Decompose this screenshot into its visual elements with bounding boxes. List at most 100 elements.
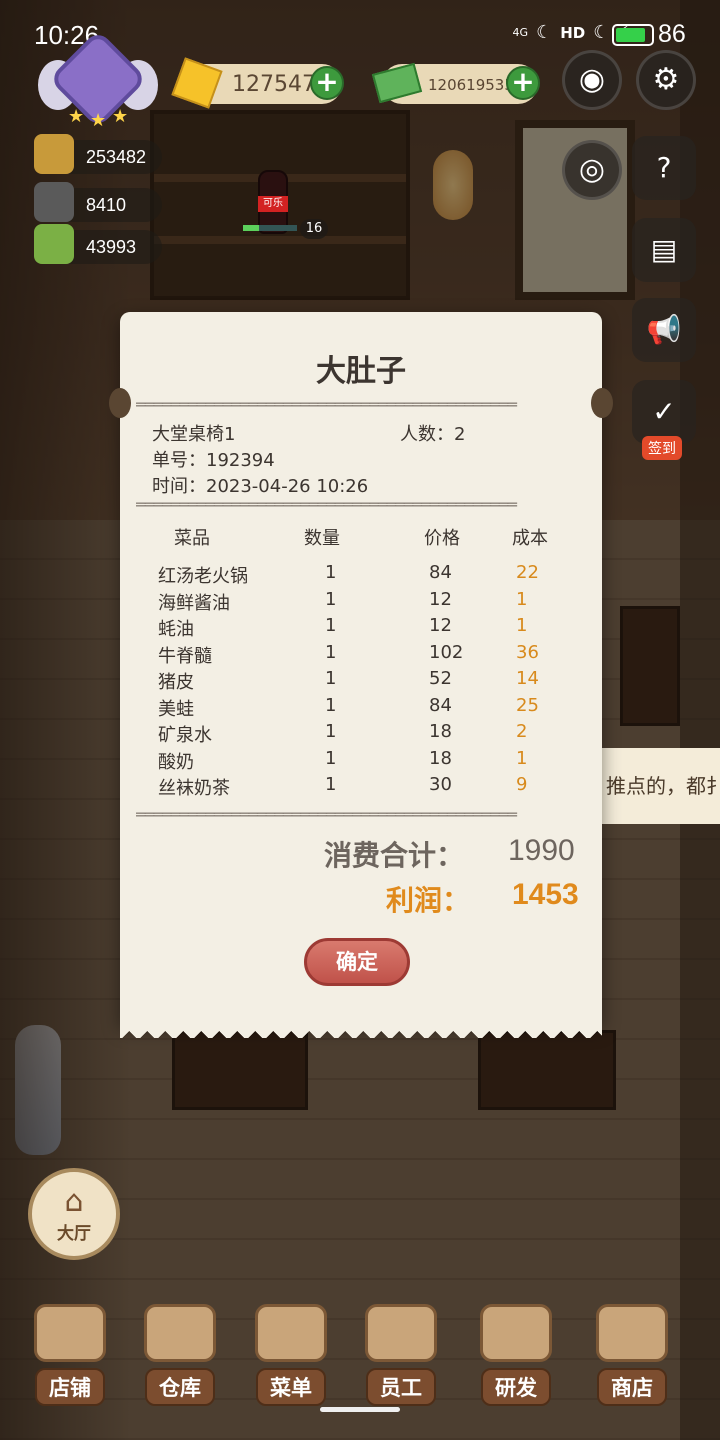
dish-qty: 1 <box>325 588 337 610</box>
nav-menu[interactable]: 菜单 <box>243 1300 339 1410</box>
guest-count: 人数：2 <box>400 420 465 446</box>
sign-in-button[interactable]: ✓ <box>632 380 696 444</box>
dish-price: 12 <box>429 588 452 610</box>
resource-value: 253482 <box>86 147 147 167</box>
divider: ════════════════════════════════════════… <box>136 398 517 412</box>
nav-store[interactable]: 商店 <box>584 1300 680 1410</box>
nav-warehouse[interactable]: 仓库 <box>132 1300 228 1410</box>
order-row: 丝袜奶茶 1 30 9 <box>120 774 602 801</box>
settings-button[interactable]: ⚙ <box>636 50 696 110</box>
column-header-price: 价格 <box>424 528 460 549</box>
cash-counter: 1206195358 + <box>371 62 540 104</box>
nav-research[interactable]: 研发 <box>468 1300 564 1410</box>
total-amount: 1990 <box>508 834 575 867</box>
hall-button[interactable]: ⌂ 大厅 <box>28 1168 120 1260</box>
view-button[interactable]: ◎ <box>562 140 622 200</box>
add-cash-button[interactable]: + <box>506 66 540 100</box>
nav-label: 员工 <box>366 1368 436 1406</box>
order-row: 海鲜酱油 1 12 1 <box>120 589 602 616</box>
camera-button[interactable]: ◉ <box>562 50 622 110</box>
dish-name: 牛脊髓 <box>158 645 212 667</box>
gem-amount: 127547 <box>232 72 316 97</box>
battery-icon <box>612 24 654 46</box>
dish-price: 84 <box>429 694 452 716</box>
network-icon: 4G <box>512 26 529 39</box>
divider: ════════════════════════════════════════… <box>136 498 517 512</box>
confirm-button[interactable]: 确定 <box>304 938 410 986</box>
moon-icon: ☾ <box>593 22 610 43</box>
add-gems-button[interactable]: + <box>310 66 344 100</box>
order-items: 红汤老火锅 1 84 22 海鲜酱油 1 12 1 蚝油 1 12 1 牛脊髓 1 102 36 猪皮 1… <box>120 562 602 801</box>
home-indicator[interactable] <box>320 1407 400 1412</box>
dish-name: 猪皮 <box>158 672 194 693</box>
hall-label: 大厅 <box>57 1224 91 1244</box>
staff-chef-icon <box>365 1304 437 1362</box>
warehouse-boxes-icon <box>144 1304 216 1362</box>
dish-qty: 1 <box>325 641 337 663</box>
dish-price: 30 <box>429 774 452 795</box>
dish-name: 酸奶 <box>158 751 194 773</box>
nav-label: 商店 <box>597 1368 667 1406</box>
cola-count: 16 <box>300 219 328 239</box>
star-icon: ★ <box>112 106 129 127</box>
order-number-label: 单号： <box>152 450 206 471</box>
nav-label: 店铺 <box>35 1368 105 1406</box>
dish-name: 美蛙 <box>158 698 194 720</box>
help-book-button[interactable]: ? <box>632 136 696 200</box>
hall-building-icon: ⌂ <box>64 1184 84 1219</box>
dish-name: 红汤老火锅 <box>158 566 248 587</box>
dish-cost: 14 <box>516 668 539 689</box>
megaphone-icon: 📢 <box>646 313 682 346</box>
star-icon: ★ <box>68 106 85 127</box>
gear-icon: ⚙ <box>652 62 680 97</box>
nav-label: 仓库 <box>145 1368 215 1406</box>
dish-cost: 1 <box>516 747 528 769</box>
dish-name: 海鲜酱油 <box>158 592 230 614</box>
resource-counter: 8410 <box>34 182 162 222</box>
cola-stock-bar <box>243 225 297 231</box>
resource-value: 8410 <box>86 195 127 215</box>
dish-qty: 1 <box>325 747 337 769</box>
order-time-value: 2023-04-26 10:26 <box>206 476 369 497</box>
announcement-button[interactable]: 📢 <box>632 298 696 362</box>
research-pot-icon <box>480 1304 552 1362</box>
dish-qty: 1 <box>325 562 337 583</box>
bottom-navigation: 店铺 仓库 菜单 员工 研发 商店 <box>0 1300 720 1410</box>
order-row: 猪皮 1 52 14 <box>120 668 602 695</box>
checklist-icon: ✓ <box>652 395 676 428</box>
dish-qty: 1 <box>325 774 337 795</box>
sign-in-label: 签到 <box>642 436 682 460</box>
moon-icon: ☾ <box>536 22 553 43</box>
profit-label: 利润： <box>386 884 471 917</box>
battery-percentage: 86 <box>658 20 686 48</box>
eye-icon: ◎ <box>578 152 606 187</box>
order-row: 矿泉水 1 18 2 <box>120 721 602 748</box>
order-row: 牛脊髓 1 102 36 <box>120 642 602 669</box>
resource-counter: 253482 <box>34 134 162 174</box>
customer-name: 大肚子 <box>316 354 406 389</box>
dish-qty: 1 <box>325 721 337 742</box>
dish-name: 矿泉水 <box>158 725 212 746</box>
dish-cost: 22 <box>516 562 539 583</box>
question-book-icon: ? <box>656 151 672 184</box>
star-icon: ★ <box>90 110 107 131</box>
recipe-book-button[interactable]: ▤ <box>632 218 696 282</box>
divider: ════════════════════════════════════════… <box>136 808 517 822</box>
dish-cost: 36 <box>516 641 539 663</box>
gem-counter: 127547 + <box>171 57 344 109</box>
order-time-label: 时间： <box>152 476 206 497</box>
hd-icon: HD <box>560 23 586 42</box>
dish-cost: 9 <box>516 774 528 795</box>
cola-label: 可乐 <box>258 196 288 212</box>
column-header-dish: 菜品 <box>174 528 210 549</box>
order-row: 红汤老火锅 1 84 22 <box>120 562 602 589</box>
dish-price: 84 <box>429 562 452 583</box>
nav-staff[interactable]: 员工 <box>353 1300 449 1410</box>
guest-count-value: 2 <box>454 424 466 445</box>
dish-price: 52 <box>429 668 452 689</box>
order-number: 单号：192394 <box>152 446 275 472</box>
nav-shop[interactable]: 店铺 <box>22 1300 118 1410</box>
rank-badge[interactable]: ★ ★ ★ <box>38 29 158 131</box>
dish-price: 102 <box>429 641 464 663</box>
nav-label: 研发 <box>481 1368 551 1406</box>
